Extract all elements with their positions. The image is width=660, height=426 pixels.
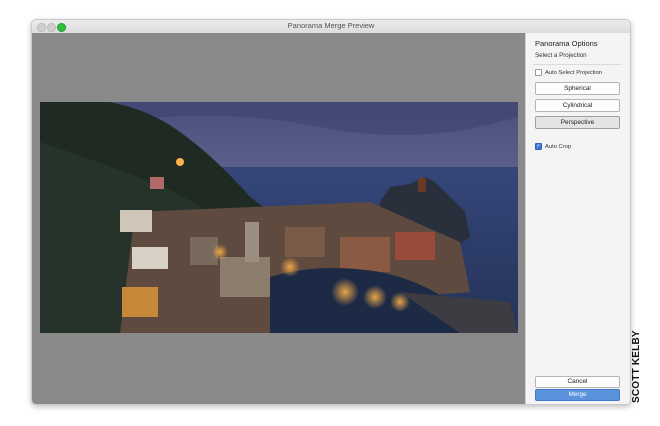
panorama-merge-window: Panorama Merge Preview Panorama Options … xyxy=(31,19,631,405)
cancel-button[interactable]: Cancel xyxy=(535,376,620,388)
window-title: Panorama Merge Preview xyxy=(287,21,375,30)
panel-title: Panorama Options xyxy=(535,39,598,48)
village-light-2 xyxy=(212,244,228,260)
panorama-preview-image xyxy=(40,102,518,333)
title-bar: Panorama Merge Preview xyxy=(32,20,630,34)
harbor-light-1 xyxy=(331,278,359,306)
divider xyxy=(533,64,621,65)
photo-credit: SCOTT KELBY xyxy=(631,330,642,403)
perspective-button[interactable]: Perspective xyxy=(535,116,620,129)
auto-crop-checkbox[interactable] xyxy=(535,143,542,150)
tower xyxy=(418,178,426,192)
auto-crop-label: Auto Crop xyxy=(545,143,572,150)
auto-select-projection-checkbox[interactable] xyxy=(535,69,542,76)
house-d xyxy=(340,237,390,272)
panorama-photo-graphic xyxy=(40,102,518,333)
harbor-light-2 xyxy=(363,285,387,309)
auto-select-projection-label: Auto Select Projection xyxy=(545,69,603,76)
white-house-2 xyxy=(132,247,168,269)
panorama-options-panel: Panorama Options Select a Projection Aut… xyxy=(525,33,630,404)
yellow-house xyxy=(122,287,158,317)
projection-subtitle: Select a Projection xyxy=(535,52,587,59)
spherical-button[interactable]: Spherical xyxy=(535,82,620,95)
pink-house xyxy=(150,177,164,189)
house-c xyxy=(285,227,325,257)
auto-crop-row[interactable]: Auto Crop xyxy=(535,143,571,150)
merge-button[interactable]: Merge xyxy=(535,389,620,401)
church-tower xyxy=(245,222,259,262)
village-light-1 xyxy=(280,257,300,277)
cylindrical-button[interactable]: Cylindrical xyxy=(535,99,620,112)
hill-light xyxy=(176,158,184,166)
white-house xyxy=(120,210,152,232)
house-e xyxy=(395,232,435,260)
preview-area xyxy=(32,33,525,404)
house-b xyxy=(220,257,270,297)
auto-select-projection-row[interactable]: Auto Select Projection xyxy=(535,69,602,76)
